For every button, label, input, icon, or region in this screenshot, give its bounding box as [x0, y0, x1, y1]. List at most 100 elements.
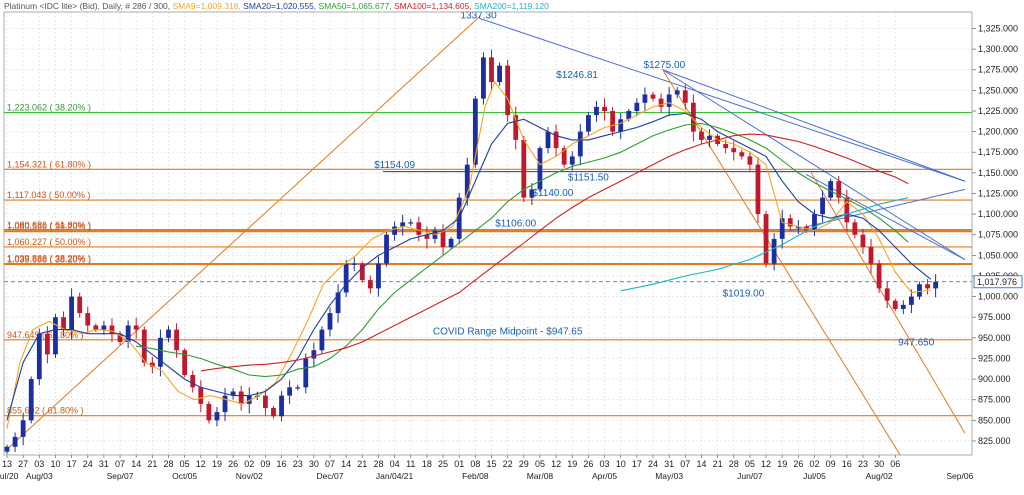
candle-body [101, 325, 107, 330]
candlestick [28, 376, 34, 424]
candle-body [190, 374, 196, 388]
candle-body [263, 395, 268, 408]
x-tick-label: 07 [115, 459, 125, 469]
candle-body [481, 57, 486, 99]
candlestick [359, 261, 365, 283]
price-chart[interactable]: Platinum <IDC lite> (Bid), Daily, # 286 … [0, 0, 1024, 495]
x-tick-label: 21 [147, 459, 157, 469]
fib-level-label: 1,223.062 ( 38.20% ) [7, 103, 91, 113]
candle-body [28, 379, 34, 421]
candle-body [69, 296, 74, 330]
candlestick [763, 210, 769, 268]
candle-body [174, 329, 179, 351]
candle-body [93, 325, 99, 330]
candle-body [166, 329, 171, 338]
fib-level-label: 1,080,566 ( 38.20% ) [7, 221, 91, 231]
candle-body [53, 317, 58, 355]
candle-body [553, 131, 559, 149]
x-tick-label: 02 [244, 459, 254, 469]
candle-body [295, 387, 301, 389]
y-tick-label: 950.000 [978, 333, 1011, 343]
candle-body [448, 238, 454, 248]
candle-body [828, 181, 834, 198]
candlestick [343, 259, 349, 297]
x-tick-label: 04 [390, 459, 400, 469]
candlestick [206, 401, 212, 424]
x-tick-label: 23 [293, 459, 303, 469]
candle-body [634, 102, 640, 111]
x-tick-label: 09 [260, 459, 270, 469]
x-tick-label: 12 [196, 459, 206, 469]
x-tick-label: 19 [212, 459, 222, 469]
x-month-label: Oct/05 [172, 471, 197, 481]
candle-body [238, 391, 244, 404]
price-annotation: 947.650 [898, 337, 935, 348]
x-tick-label: 29 [519, 459, 529, 469]
candlestick [755, 156, 761, 224]
x-tick-label: 05 [745, 459, 755, 469]
candle-body [884, 288, 890, 301]
x-month-label: Apr/05 [592, 471, 617, 481]
header-item: Platinum <IDC lite> (Bid), Daily, # 286 … [4, 1, 170, 11]
x-tick-label: 31 [664, 459, 674, 469]
x-tick-label: 26 [228, 459, 238, 469]
candle-body [868, 247, 874, 264]
x-tick-label: 23 [858, 459, 868, 469]
candle-body [400, 222, 406, 227]
x-month-label: Dec/07 [317, 471, 344, 481]
candle-body [384, 234, 389, 264]
x-tick-label: 14 [131, 459, 141, 469]
x-month-label: May/03 [655, 471, 683, 481]
candle-body [303, 358, 309, 388]
x-tick-label: 14 [696, 459, 706, 469]
candle-body [376, 263, 381, 289]
candle-body [917, 284, 922, 297]
x-tick-label: 08 [470, 459, 480, 469]
y-tick-label: 1,075.000 [978, 230, 1018, 240]
price-annotation: $1106.00 [495, 218, 536, 229]
y-tick-label: 925.000 [978, 353, 1011, 363]
x-tick-label: 15 [486, 459, 496, 469]
x-tick-label: 21 [713, 459, 723, 469]
candle-body [747, 156, 753, 165]
x-tick-label: 24 [648, 459, 658, 469]
x-tick-label: 07 [680, 459, 690, 469]
fib-level-label: 1,060.227 ( 50.00% ) [7, 237, 91, 247]
candlestick [53, 313, 58, 359]
x-tick-label: 10 [50, 459, 60, 469]
x-tick-label: 16 [277, 459, 287, 469]
x-month-label: Sep/07 [107, 471, 134, 481]
x-tick-label: 12 [551, 459, 561, 469]
candle-body [682, 90, 688, 103]
x-tick-label: 12 [761, 459, 771, 469]
x-month-label: Jul/20 [0, 471, 19, 481]
y-tick-label: 1,050.000 [978, 250, 1018, 260]
candle-body [497, 65, 502, 83]
candle-body [367, 280, 373, 289]
candle-body [537, 148, 543, 190]
x-tick-label: 01 [454, 459, 464, 469]
x-tick-label: 14 [341, 459, 351, 469]
candle-body [812, 214, 817, 231]
candle-body [335, 292, 341, 314]
x-tick-label: 30 [309, 459, 319, 469]
x-tick-label: 09 [826, 459, 836, 469]
x-tick-label: 28 [163, 459, 173, 469]
candle-body [650, 94, 656, 99]
candle-body [440, 230, 446, 248]
y-tick-label: 1,000.000 [978, 292, 1018, 302]
candle-body [852, 222, 858, 235]
candlestick [303, 353, 309, 394]
candle-body [489, 57, 494, 83]
candlestick [505, 59, 511, 122]
candle-body [933, 281, 939, 289]
x-tick-label: 31 [99, 459, 109, 469]
candle-body [892, 300, 898, 309]
candle-body [109, 325, 115, 334]
candle-body [731, 148, 737, 153]
candle-body [707, 135, 712, 140]
candlestick [876, 259, 882, 293]
y-tick-label: 975.000 [978, 312, 1011, 322]
candle-body [20, 420, 26, 437]
header-item: SMA50=1,065.677, [316, 1, 391, 11]
